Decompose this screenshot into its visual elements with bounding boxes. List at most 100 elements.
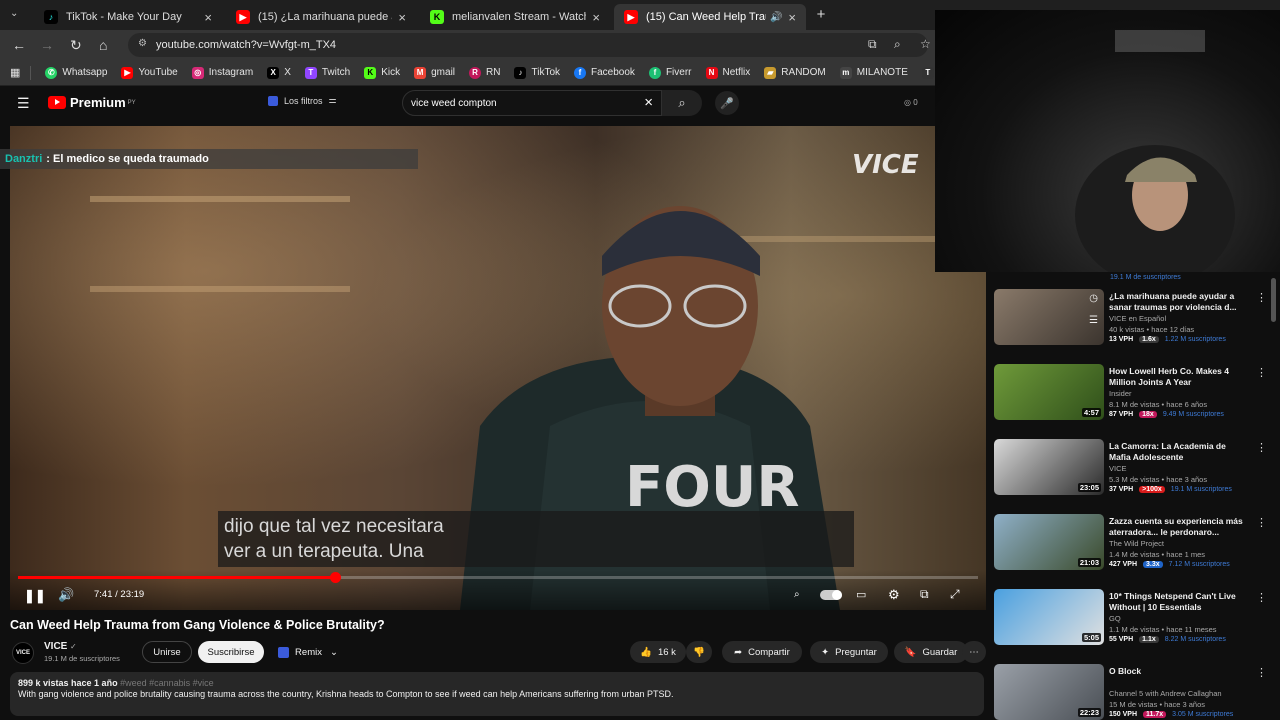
site-info-icon[interactable]: ⚙ <box>138 38 147 49</box>
close-icon[interactable]: × <box>788 10 796 25</box>
speaker-icon[interactable]: 🔊 <box>770 12 782 23</box>
bookmark-label: Kick <box>381 67 401 78</box>
menu-icon[interactable]: ☰ <box>17 95 30 112</box>
progress-bar[interactable] <box>18 572 978 583</box>
recommended-channel[interactable]: VICE en Español <box>1109 314 1166 323</box>
bookmark-kick[interactable]: K Kick <box>364 66 401 79</box>
more-options-icon[interactable]: ⋮ <box>1256 366 1267 379</box>
volume-button[interactable]: 🔊 <box>58 587 74 603</box>
back-icon[interactable]: ← <box>12 37 26 53</box>
more-options-icon[interactable]: ⋮ <box>1256 666 1267 679</box>
more-options-icon[interactable]: ⋮ <box>1256 441 1267 454</box>
ask-button[interactable]: ✦ Preguntar <box>810 641 888 663</box>
miniplayer-icon[interactable]: ⧉ <box>920 587 929 602</box>
channel-name[interactable]: VICE <box>44 641 67 652</box>
video-thumbnail[interactable]: 23:05 <box>994 439 1104 495</box>
video-thumbnail[interactable]: 5:05 <box>994 589 1104 645</box>
recommended-video[interactable]: 23:05 La Camorra: La Academia de Mafia Ad… <box>994 439 1274 509</box>
recommended-title[interactable]: ¿La marihuana puede ayudar a sanar traum… <box>1109 291 1249 313</box>
bookmark-netflix[interactable]: N Netflix <box>705 66 750 79</box>
bookmark-whatsapp[interactable]: ✆ Whatsapp <box>45 66 107 79</box>
zoom-icon[interactable]: ⌕ <box>894 37 901 52</box>
hashtags[interactable]: #weed #cannabis #vice <box>120 678 214 688</box>
video-thumbnail[interactable]: 4:57 <box>994 364 1104 420</box>
channel-avatar[interactable]: VICE <box>12 642 34 664</box>
share-button[interactable]: ➦ Compartir <box>722 641 802 663</box>
settings-icon[interactable]: ⚙ <box>888 587 900 603</box>
recommended-video[interactable]: 22:23 O Block Channel 5 with Andrew Callag… <box>994 664 1274 720</box>
bookmark-gmail[interactable]: Mgmail <box>414 66 455 79</box>
watch-later-icon[interactable]: ◷ <box>1089 293 1098 304</box>
recommended-video[interactable]: 5:05 10* Things Netspend Can't Live Witho… <box>994 589 1274 659</box>
install-icon[interactable]: ⧉ <box>868 37 877 52</box>
search-button[interactable]: ⌕ <box>662 90 702 116</box>
recommended-channel[interactable]: Channel 5 with Andrew Callaghan <box>1109 689 1222 698</box>
zoom-icon[interactable]: ⌕ <box>794 589 800 600</box>
add-to-queue-icon[interactable]: ☰ <box>1089 315 1098 326</box>
pause-button[interactable]: ❚❚ <box>24 588 46 604</box>
browser-tab[interactable]: ♪ TikTok - Make Your Day × <box>34 4 222 30</box>
search-input[interactable]: vice weed compton × <box>402 90 662 116</box>
clear-search-icon[interactable]: × <box>644 94 653 111</box>
more-options-icon[interactable]: ⋮ <box>1256 291 1267 304</box>
recommended-title[interactable]: 10* Things Netspend Can't Live Without |… <box>1109 591 1249 613</box>
apps-grid-icon[interactable]: ▦ <box>10 66 20 79</box>
progress-scrubber[interactable] <box>329 572 341 583</box>
autoplay-toggle[interactable] <box>820 590 842 600</box>
browser-tab-active[interactable]: ▶ (15) Can Weed Help Trauma 🔊 × <box>614 4 806 30</box>
home-icon[interactable]: ⌂ <box>99 37 107 53</box>
new-tab-button[interactable]: + <box>812 6 830 24</box>
recommended-video[interactable]: 21:03 Zazza cuenta su experiencia más ate… <box>994 514 1274 584</box>
youtube-premium-logo[interactable]: Premium PY <box>48 95 136 110</box>
video-thumbnail[interactable]: 21:03 <box>994 514 1104 570</box>
recommended-title[interactable]: O Block <box>1109 666 1249 677</box>
bookmark-youtube[interactable]: ▶ YouTube <box>121 66 178 79</box>
bookmark-instagram[interactable]: ◎ Instagram <box>191 66 253 79</box>
bookmark-star-icon[interactable]: ☆ <box>920 37 931 51</box>
recommended-title[interactable]: How Lowell Herb Co. Makes 4 Million Join… <box>1109 366 1249 388</box>
bookmark-milanote[interactable]: m MILANOTE <box>839 66 908 79</box>
more-options-icon[interactable]: ⋮ <box>1256 591 1267 604</box>
voice-search-button[interactable]: 🎤 <box>715 91 739 115</box>
forward-icon[interactable]: → <box>40 37 54 53</box>
url-field[interactable]: ⚙ youtube.com/watch?v=Wvfgt-m_TX4 <box>128 33 928 57</box>
bookmark-tiktok[interactable]: ♪ TikTok <box>514 66 560 79</box>
recommended-title[interactable]: La Camorra: La Academia de Mafia Adolesc… <box>1109 441 1249 463</box>
more-options-icon[interactable]: ⋮ <box>1256 516 1267 529</box>
bookmark-facebook[interactable]: f Facebook <box>574 66 635 79</box>
video-thumbnail[interactable]: 22:23 <box>994 664 1104 720</box>
close-icon[interactable]: × <box>398 10 406 25</box>
bookmark-random[interactable]: ▰ RANDOM <box>764 66 826 79</box>
browser-tab[interactable]: ▶ (15) ¿La marihuana puede ayuda × <box>226 4 416 30</box>
save-button[interactable]: 🔖 Guardar <box>894 641 968 663</box>
recommended-channel[interactable]: Insider <box>1109 389 1132 398</box>
remix-button[interactable]: Remix ⌄ <box>272 641 344 663</box>
more-actions-button[interactable]: ⋯ <box>962 641 986 663</box>
bookmark-x[interactable]: XX <box>267 66 291 79</box>
tab-search-icon[interactable]: ⌄ <box>10 8 18 19</box>
description-box[interactable]: 899 k vistas hace 1 año #weed #cannabis … <box>10 672 984 716</box>
sidebar-scrollbar[interactable] <box>1271 278 1276 322</box>
close-icon[interactable]: × <box>592 10 600 25</box>
bookmark-rn[interactable]: R RN <box>469 66 500 79</box>
subscribe-button[interactable]: Suscribirse <box>198 641 264 663</box>
subtitles-icon[interactable]: ▭ <box>856 588 866 601</box>
dislike-button[interactable]: 👎 <box>686 641 712 663</box>
video-thumbnail[interactable]: ◷ ☰ <box>994 289 1104 345</box>
recommended-channel[interactable]: VICE <box>1109 464 1127 473</box>
like-button[interactable]: 👍 16 k <box>630 641 686 663</box>
fullscreen-icon[interactable]: ⤢ <box>950 587 960 602</box>
browser-tab[interactable]: K melianvalen Stream - Watch Liv × <box>420 4 610 30</box>
notification-counter[interactable]: ◎ 0 <box>904 98 918 107</box>
recommended-channel[interactable]: The Wild Project <box>1109 539 1164 548</box>
reload-icon[interactable]: ↻ <box>70 37 82 54</box>
close-icon[interactable]: × <box>204 10 212 25</box>
join-button[interactable]: Unirse <box>142 641 192 663</box>
recommended-title[interactable]: Zazza cuenta su experiencia más aterrado… <box>1109 516 1249 538</box>
recommended-video[interactable]: 4:57 How Lowell Herb Co. Makes 4 Million … <box>994 364 1274 434</box>
bookmark-fiverr[interactable]: f Fiverr <box>648 66 692 79</box>
recommended-video[interactable]: ◷ ☰ ¿La marihuana puede ayudar a sanar tra… <box>994 289 1274 359</box>
recommended-channel[interactable]: GQ <box>1109 614 1121 623</box>
filters-button[interactable]: Los filtros ⚌ <box>268 95 337 106</box>
bookmark-twitch[interactable]: T Twitch <box>304 66 350 79</box>
